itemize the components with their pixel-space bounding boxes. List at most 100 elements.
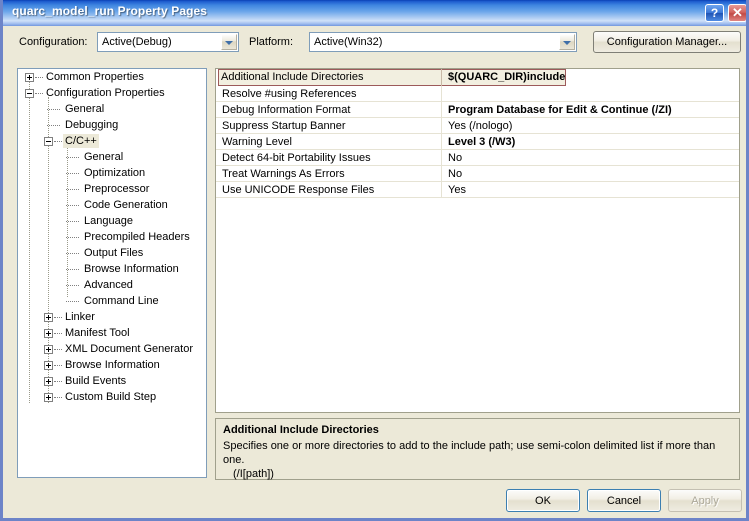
property-value[interactable]: Level 3 (/W3): [448, 135, 735, 149]
column-splitter[interactable]: [441, 86, 442, 101]
tree-item-language[interactable]: Language: [18, 213, 206, 229]
tree-connector: [54, 333, 62, 335]
property-value[interactable]: Yes: [448, 183, 735, 197]
tree-item-label: General: [65, 103, 105, 115]
property-value[interactable]: Program Database for Edit & Continue (/Z…: [448, 103, 735, 117]
tree-item-output-files[interactable]: Output Files: [18, 245, 206, 261]
property-row[interactable]: Additional Include Directories $(QUARC_DI…: [216, 69, 739, 86]
tree-item-label: Preprocessor: [84, 183, 150, 195]
tree-item-manifest-tool[interactable]: Manifest Tool: [18, 325, 206, 341]
tree-item-label: Linker: [65, 311, 95, 323]
property-name: Warning Level: [222, 136, 292, 148]
collapse-icon[interactable]: [44, 137, 53, 146]
tree-item-optimization[interactable]: Optimization: [18, 165, 206, 181]
close-icon[interactable]: ✕: [728, 4, 746, 22]
tree-item-precompiled-headers[interactable]: Precompiled Headers: [18, 229, 206, 245]
chevron-down-icon[interactable]: [221, 34, 237, 50]
platform-label: Platform:: [249, 36, 294, 48]
tree-connector: [47, 125, 60, 127]
tree-connector: [54, 349, 62, 351]
column-splitter[interactable]: [441, 150, 442, 165]
description-title: Additional Include Directories: [223, 424, 379, 436]
tree-connector: [35, 93, 43, 95]
property-value[interactable]: Yes (/nologo): [448, 119, 735, 133]
property-value[interactable]: $(QUARC_DIR)include: [448, 70, 735, 84]
tree-item-label: Configuration Properties: [46, 87, 165, 99]
tree-item-label: General: [84, 151, 124, 163]
configuration-manager-button[interactable]: Configuration Manager...: [593, 31, 741, 53]
tree-item-label: Output Files: [84, 247, 144, 259]
property-row[interactable]: Use UNICODE Response Files Yes: [216, 182, 739, 198]
property-grid[interactable]: Additional Include Directories $(QUARC_DI…: [215, 68, 740, 413]
tree-item-c-c[interactable]: C/C++: [18, 133, 206, 149]
property-row[interactable]: Debug Information Format Program Database…: [216, 102, 739, 118]
tree-item-xml-document-generator[interactable]: XML Document Generator: [18, 341, 206, 357]
chevron-down-icon[interactable]: [559, 34, 575, 50]
property-pages-dialog: quarc_model_run Property Pages ? ✕ Confi…: [0, 0, 749, 521]
tree-item-label: Browse Information: [65, 359, 160, 371]
tree-item-code-generation[interactable]: Code Generation: [18, 197, 206, 213]
tree-item-general[interactable]: General: [18, 101, 206, 117]
property-value[interactable]: No: [448, 151, 735, 165]
configuration-dropdown-value: Active(Debug): [102, 36, 172, 48]
tree-item-build-events[interactable]: Build Events: [18, 373, 206, 389]
expand-icon[interactable]: [44, 393, 53, 402]
property-row[interactable]: Resolve #using References: [216, 86, 739, 102]
tree-item-browse-information[interactable]: Browse Information: [18, 261, 206, 277]
column-splitter[interactable]: [441, 166, 442, 181]
tree-item-custom-build-step[interactable]: Custom Build Step: [18, 389, 206, 405]
tree-connector: [54, 397, 62, 399]
description-panel: Additional Include Directories Specifies…: [215, 418, 740, 480]
tree-item-browse-information[interactable]: Browse Information: [18, 357, 206, 373]
configuration-label: Configuration:: [19, 36, 88, 48]
tree-item-label: Optimization: [84, 167, 146, 179]
cancel-button[interactable]: Cancel: [587, 489, 661, 512]
expand-icon[interactable]: [44, 329, 53, 338]
tree-item-advanced[interactable]: Advanced: [18, 277, 206, 293]
column-splitter[interactable]: [441, 69, 442, 86]
property-row[interactable]: Warning Level Level 3 (/W3): [216, 134, 739, 150]
tree-item-general[interactable]: General: [18, 149, 206, 165]
tree-connector: [66, 205, 79, 207]
property-name: Treat Warnings As Errors: [222, 168, 345, 180]
properties-tree[interactable]: Common Properties Configuration Propertie…: [17, 68, 207, 478]
tree-item-linker[interactable]: Linker: [18, 309, 206, 325]
collapse-icon[interactable]: [25, 89, 34, 98]
description-text: Specifies one or more directories to add…: [223, 439, 732, 481]
tree-connector: [54, 141, 62, 143]
property-name: Resolve #using References: [222, 88, 357, 100]
property-value[interactable]: No: [448, 167, 735, 181]
expand-icon[interactable]: [44, 345, 53, 354]
tree-item-preprocessor[interactable]: Preprocessor: [18, 181, 206, 197]
property-row[interactable]: Detect 64-bit Portability Issues No: [216, 150, 739, 166]
tree-item-command-line[interactable]: Command Line: [18, 293, 206, 309]
tree-item-configuration-properties[interactable]: Configuration Properties: [18, 85, 206, 101]
apply-button: Apply: [668, 489, 742, 512]
property-row[interactable]: Suppress Startup Banner Yes (/nologo): [216, 118, 739, 134]
tree-item-debugging[interactable]: Debugging: [18, 117, 206, 133]
property-name: Additional Include Directories: [221, 71, 364, 83]
property-row[interactable]: Treat Warnings As Errors No: [216, 166, 739, 182]
property-name: Detect 64-bit Portability Issues: [222, 152, 371, 164]
expand-icon[interactable]: [44, 313, 53, 322]
tree-connector: [66, 237, 79, 239]
column-splitter[interactable]: [441, 118, 442, 133]
tree-connector: [54, 365, 62, 367]
expand-icon[interactable]: [25, 73, 34, 82]
property-name: Use UNICODE Response Files: [222, 184, 375, 196]
column-splitter[interactable]: [441, 182, 442, 197]
ok-button[interactable]: OK: [506, 489, 580, 512]
column-splitter[interactable]: [441, 102, 442, 117]
window-title: quarc_model_run Property Pages: [12, 4, 208, 18]
tree-item-common-properties[interactable]: Common Properties: [18, 69, 206, 85]
expand-icon[interactable]: [44, 377, 53, 386]
configuration-bar: Configuration: Active(Debug) Platform: A…: [3, 26, 746, 64]
configuration-dropdown[interactable]: Active(Debug): [97, 32, 239, 52]
help-icon[interactable]: ?: [705, 4, 724, 22]
column-splitter[interactable]: [441, 134, 442, 149]
platform-dropdown[interactable]: Active(Win32): [309, 32, 577, 52]
tree-connector: [66, 221, 79, 223]
property-name: Suppress Startup Banner: [222, 120, 346, 132]
expand-icon[interactable]: [44, 361, 53, 370]
tree-connector: [66, 269, 79, 271]
